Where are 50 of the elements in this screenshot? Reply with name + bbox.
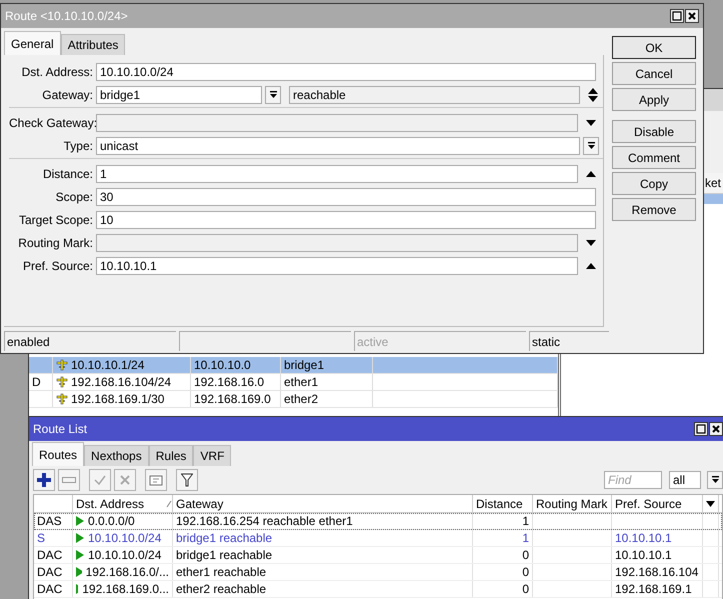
flags-cell: S — [34, 530, 73, 546]
table-cell: 192.168.16.0/... — [73, 564, 173, 580]
status-field: reachable — [289, 86, 580, 104]
table-cell: 192.168.169.0 — [191, 391, 281, 407]
table-cell: 10.10.10.1 — [612, 547, 703, 563]
table-cell: 192.168.169.1/30 — [53, 391, 191, 407]
flags-cell: DAC — [34, 564, 73, 580]
table-cell: 10.10.10.1 — [612, 530, 703, 546]
table-cell: 192.168.169.0... — [73, 581, 173, 597]
table-cell: 192.168.16.104 — [612, 564, 703, 580]
table-cell: ether2 reachable — [173, 581, 473, 597]
status-cell: static — [529, 331, 609, 351]
window-title: Route <10.10.10.0/24> — [5, 9, 128, 23]
table-cell: 1 — [473, 513, 533, 529]
table-cell: ether1 reachable — [173, 564, 473, 580]
field-label: Dst. Address: — [20, 64, 94, 78]
status-cell: active — [354, 331, 526, 351]
table-cell: 10.10.10.0 — [191, 357, 281, 373]
table-cell: 0 — [473, 581, 533, 597]
table-cell: 0 — [473, 564, 533, 580]
table-cell: 192.168.16.104/24 — [53, 374, 191, 390]
field-label: Check Gateway: — [9, 116, 96, 130]
table-cell: 192.168.16.0 — [191, 374, 281, 390]
table-cell: 0 — [473, 547, 533, 563]
table-cell: 192.168.169.1 — [612, 581, 703, 597]
field-label: Scope: — [54, 190, 94, 204]
table-cell: D — [29, 374, 53, 390]
status-cell: enabled — [4, 331, 176, 351]
table-cell: bridge1 reachable — [173, 547, 473, 563]
table-cell: 0.0.0.0/0 — [73, 513, 173, 529]
field-label: Routing Mark: — [17, 236, 94, 250]
table-cell: bridge1 — [281, 357, 373, 373]
field-label: Distance: — [42, 166, 94, 180]
field-label: Pref. Source: — [22, 258, 94, 272]
flags-cell: DAS — [34, 513, 73, 529]
table-cell: 192.168.16.254 reachable ether1 — [173, 513, 473, 529]
flags-cell: DAC — [34, 581, 73, 597]
field-label: Type: — [62, 138, 94, 152]
table-cell: 10.10.10.0/24 — [73, 547, 173, 563]
table-cell: 10.10.10.1/24 — [53, 357, 191, 373]
table-cell: 10.10.10.0/24 — [73, 530, 173, 546]
field-label: Target Scope: — [18, 212, 94, 226]
table-cell: 1 — [473, 530, 533, 546]
flags-cell: DAC — [34, 547, 73, 563]
table-cell: ether1 — [281, 374, 373, 390]
window-title: Route List — [33, 422, 88, 436]
field-label: Gateway: — [41, 88, 94, 102]
column-header: ket — [705, 176, 722, 190]
table-cell: ether2 — [281, 391, 373, 407]
table-cell: bridge1 reachable — [173, 530, 473, 546]
